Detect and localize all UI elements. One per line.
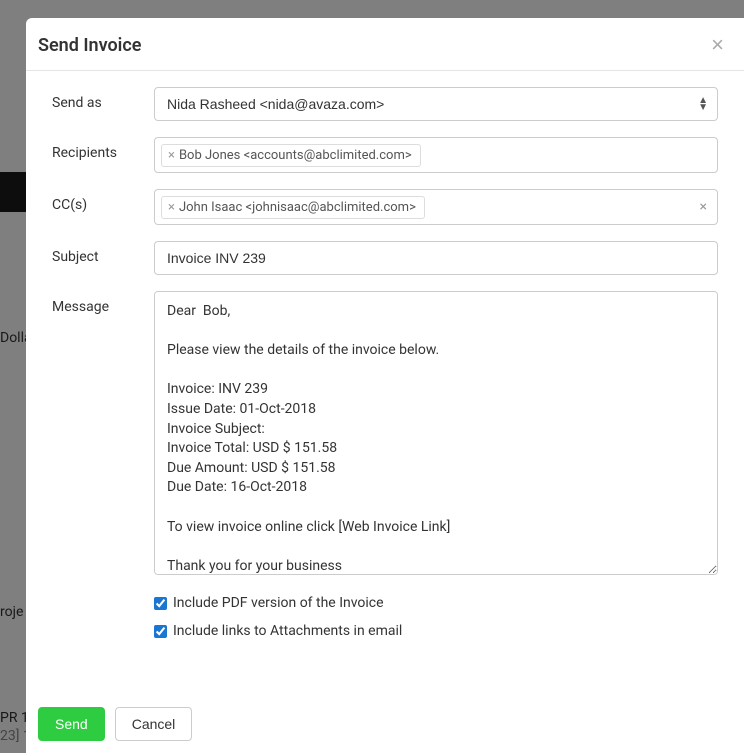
recipients-input[interactable]: × Bob Jones <accounts@abclimited.com> (154, 137, 718, 173)
modal-header: Send Invoice × (26, 18, 744, 71)
label-subject: Subject (52, 241, 154, 265)
row-ccs: CC(s) × John Isaac <johnisaac@abclimited… (52, 189, 718, 225)
label-recipients: Recipients (52, 137, 154, 161)
message-textarea[interactable] (154, 291, 718, 575)
include-pdf-checkbox[interactable] (154, 597, 167, 610)
label-send-as: Send as (52, 87, 154, 111)
row-send-as: Send as Nida Rasheed <nida@avaza.com> ▲▼ (52, 87, 718, 121)
remove-tag-icon[interactable]: × (168, 200, 175, 215)
send-button[interactable]: Send (38, 707, 105, 741)
subject-input[interactable] (154, 241, 718, 275)
row-message: Message (52, 291, 718, 579)
tag-label: John Isaac <johnisaac@abclimited.com> (179, 200, 416, 215)
label-ccs: CC(s) (52, 189, 154, 213)
send-as-select[interactable]: Nida Rasheed <nida@avaza.com> (154, 87, 718, 121)
remove-tag-icon[interactable]: × (168, 148, 175, 163)
row-subject: Subject (52, 241, 718, 275)
row-include-pdf: Include PDF version of the Invoice (154, 595, 718, 611)
row-include-attachments: Include links to Attachments in email (154, 623, 718, 639)
tag-label: Bob Jones <accounts@abclimited.com> (179, 148, 412, 163)
label-message: Message (52, 291, 154, 315)
modal-body: Send as Nida Rasheed <nida@avaza.com> ▲▼… (26, 71, 744, 695)
close-button[interactable]: × (711, 34, 724, 56)
include-pdf-label: Include PDF version of the Invoice (173, 595, 384, 611)
send-invoice-modal: Send Invoice × Send as Nida Rasheed <nid… (26, 18, 744, 753)
cc-tag: × John Isaac <johnisaac@abclimited.com> (161, 196, 425, 219)
modal-footer: Send Cancel (26, 695, 744, 753)
row-recipients: Recipients × Bob Jones <accounts@abclimi… (52, 137, 718, 173)
ccs-input[interactable]: × John Isaac <johnisaac@abclimited.com> … (154, 189, 718, 225)
include-attachments-checkbox[interactable] (154, 625, 167, 638)
modal-title: Send Invoice (38, 35, 141, 56)
include-attachments-label: Include links to Attachments in email (173, 623, 402, 639)
cancel-button[interactable]: Cancel (115, 707, 193, 741)
clear-ccs-icon[interactable]: × (700, 199, 707, 215)
recipient-tag: × Bob Jones <accounts@abclimited.com> (161, 144, 421, 167)
